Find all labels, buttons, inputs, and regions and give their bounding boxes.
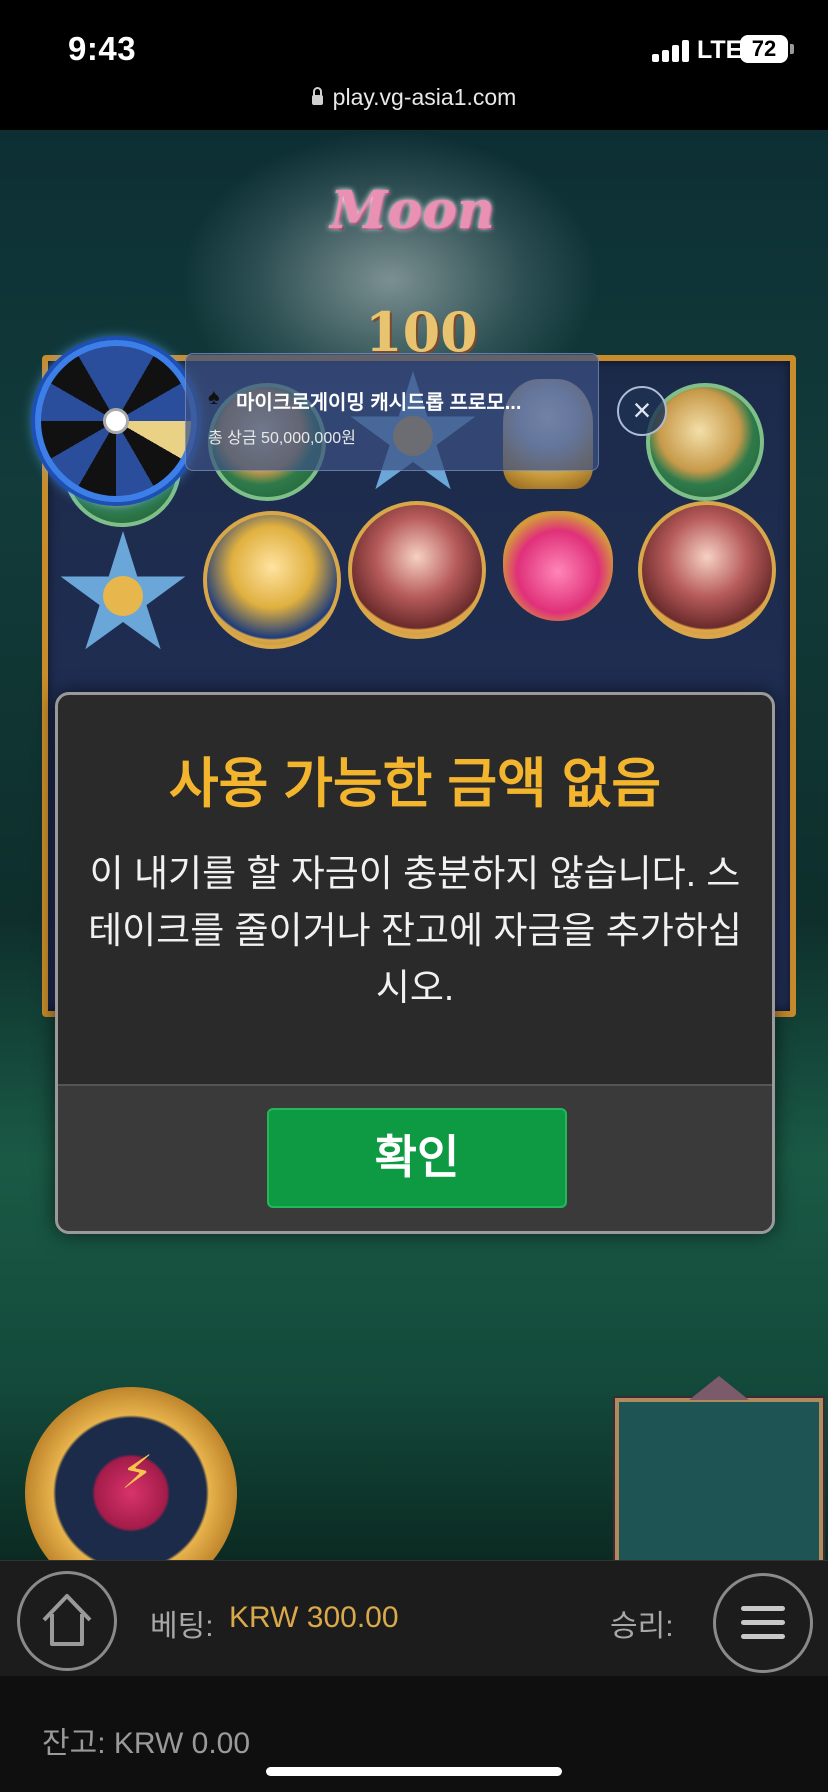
character-symbol [348,501,486,639]
dialog-message: 이 내기를 할 자금이 충분하지 않습니다. 스테이크를 줄이거나 잔고에 자금… [88,853,742,1008]
confirm-button[interactable]: 확인 [267,1108,567,1208]
spin-button[interactable]: ⚡ [25,1387,237,1560]
insufficient-funds-dialog: 사용 가능한 금액 없음 이 내기를 할 자금이 충분하지 않습니다. 스테이크… [55,692,775,1234]
status-bar: 9:43 LTE 72 play.vg-asia1.com [0,0,828,130]
win-label: 승리: [610,1610,674,1643]
promo-banner[interactable]: ♠ 마이크로게이밍 캐시드롭 프로모... 총 상금 50,000,000원 [185,353,599,471]
game-control-bar: 베팅: KRW 300.00 승리: [0,1560,828,1677]
url-bar[interactable]: play.vg-asia1.com [0,84,828,111]
character-symbol [638,501,776,639]
dialog-footer: 확인 [58,1084,772,1231]
home-button[interactable] [17,1571,117,1671]
bet-label: 베팅: [150,1610,214,1643]
feature-panel [615,1398,823,1560]
home-indicator[interactable] [266,1767,562,1776]
spade-icon: ♠ [208,384,220,409]
game-logo: Moon [330,180,495,241]
signal-icon [652,40,690,62]
balance-bar: 잔고: KRW 0.00 [0,1676,828,1792]
balance-text: 잔고: KRW 0.00 [42,1727,251,1760]
status-time: 9:43 [68,30,137,67]
heart-symbol [503,511,613,621]
lock-icon [311,87,323,105]
promo-wheel-icon[interactable] [35,340,197,502]
promo-title: 마이크로게이밍 캐시드롭 프로모... [236,392,522,414]
close-promo-button[interactable]: × [617,386,667,436]
dialog-title: 사용 가능한 금액 없음 [168,754,662,814]
url-text: play.vg-asia1.com [332,84,517,110]
network-label: LTE [697,36,743,64]
promo-prize: 총 상금 50,000,000원 [208,430,356,447]
battery-icon: 72 [740,35,794,63]
bet-value[interactable]: KRW 300.00 [229,1601,399,1635]
star-symbol [60,531,186,650]
menu-button[interactable] [713,1573,813,1673]
character-symbol [203,511,341,649]
lightning-icon: ⚡ [121,1446,154,1498]
home-icon [42,1594,92,1646]
